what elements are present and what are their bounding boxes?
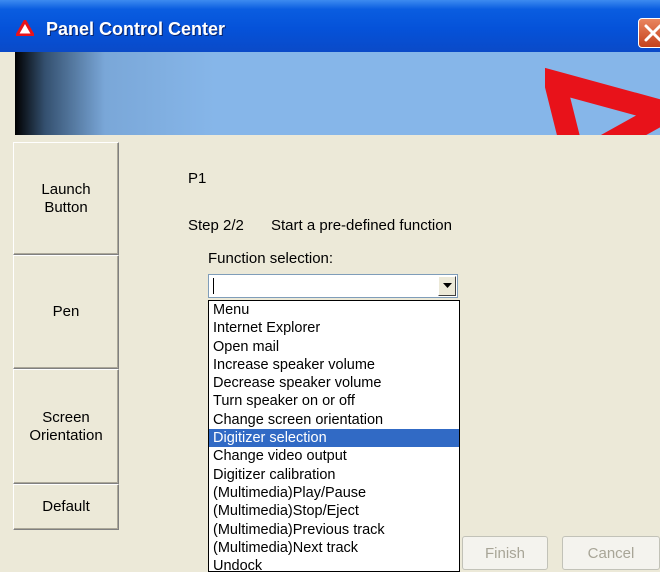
step-description: Start a pre-defined function: [271, 217, 452, 234]
dropdown-option[interactable]: Undock: [209, 557, 459, 571]
close-button[interactable]: [638, 18, 660, 48]
title-bar[interactable]: Panel Control Center: [0, 0, 660, 52]
cancel-button[interactable]: Cancel: [562, 536, 660, 570]
dropdown-option[interactable]: (Multimedia)Play/Pause: [209, 484, 459, 502]
header-banner: [15, 52, 660, 135]
finish-button[interactable]: Finish: [462, 536, 548, 570]
close-icon: [644, 24, 660, 42]
dropdown-option[interactable]: Increase speaker volume: [209, 356, 459, 374]
nav-tab-pen[interactable]: Pen: [13, 255, 119, 369]
function-selection-label: Function selection:: [208, 250, 334, 267]
dropdown-option[interactable]: Turn speaker on or off: [209, 392, 459, 410]
window-title: Panel Control Center: [46, 19, 226, 39]
nav-tab-label: Launch Button: [41, 180, 91, 216]
step-indicator: Step 2/2: [188, 217, 244, 234]
dropdown-option[interactable]: Digitizer selection: [209, 429, 459, 448]
brand-logo-icon: [545, 67, 660, 135]
function-selection-combobox[interactable]: [208, 274, 458, 298]
function-dropdown-list[interactable]: Menu Internet Explorer Open mail Increase s…: [208, 300, 460, 572]
chevron-down-icon: [442, 283, 452, 288]
button-name: P1: [188, 170, 207, 187]
nav-tab-label: Screen Orientation: [29, 408, 103, 444]
text-caret: [213, 278, 214, 294]
dropdown-option[interactable]: Internet Explorer: [209, 319, 459, 337]
dropdown-option[interactable]: (Multimedia)Previous track: [209, 521, 459, 539]
dropdown-arrow-button[interactable]: [438, 276, 456, 296]
nav-tab-screen-orientation[interactable]: Screen Orientation: [13, 369, 119, 484]
dropdown-option[interactable]: Menu: [209, 301, 459, 319]
nav-tab-default[interactable]: Default: [13, 484, 119, 530]
nav-tab-label: Pen: [52, 303, 80, 320]
dropdown-option[interactable]: Digitizer calibration: [209, 466, 459, 484]
app-triangle-icon: [16, 20, 34, 36]
dropdown-option[interactable]: Decrease speaker volume: [209, 374, 459, 392]
dropdown-option[interactable]: Change video output: [209, 447, 459, 465]
nav-tab-label: Default: [42, 498, 90, 515]
dropdown-option[interactable]: Change screen orientation: [209, 411, 459, 429]
dropdown-option[interactable]: (Multimedia)Next track: [209, 539, 459, 557]
dropdown-option[interactable]: (Multimedia)Stop/Eject: [209, 502, 459, 520]
dropdown-option[interactable]: Open mail: [209, 338, 459, 356]
nav-tab-launch-button[interactable]: Launch Button: [13, 142, 119, 255]
